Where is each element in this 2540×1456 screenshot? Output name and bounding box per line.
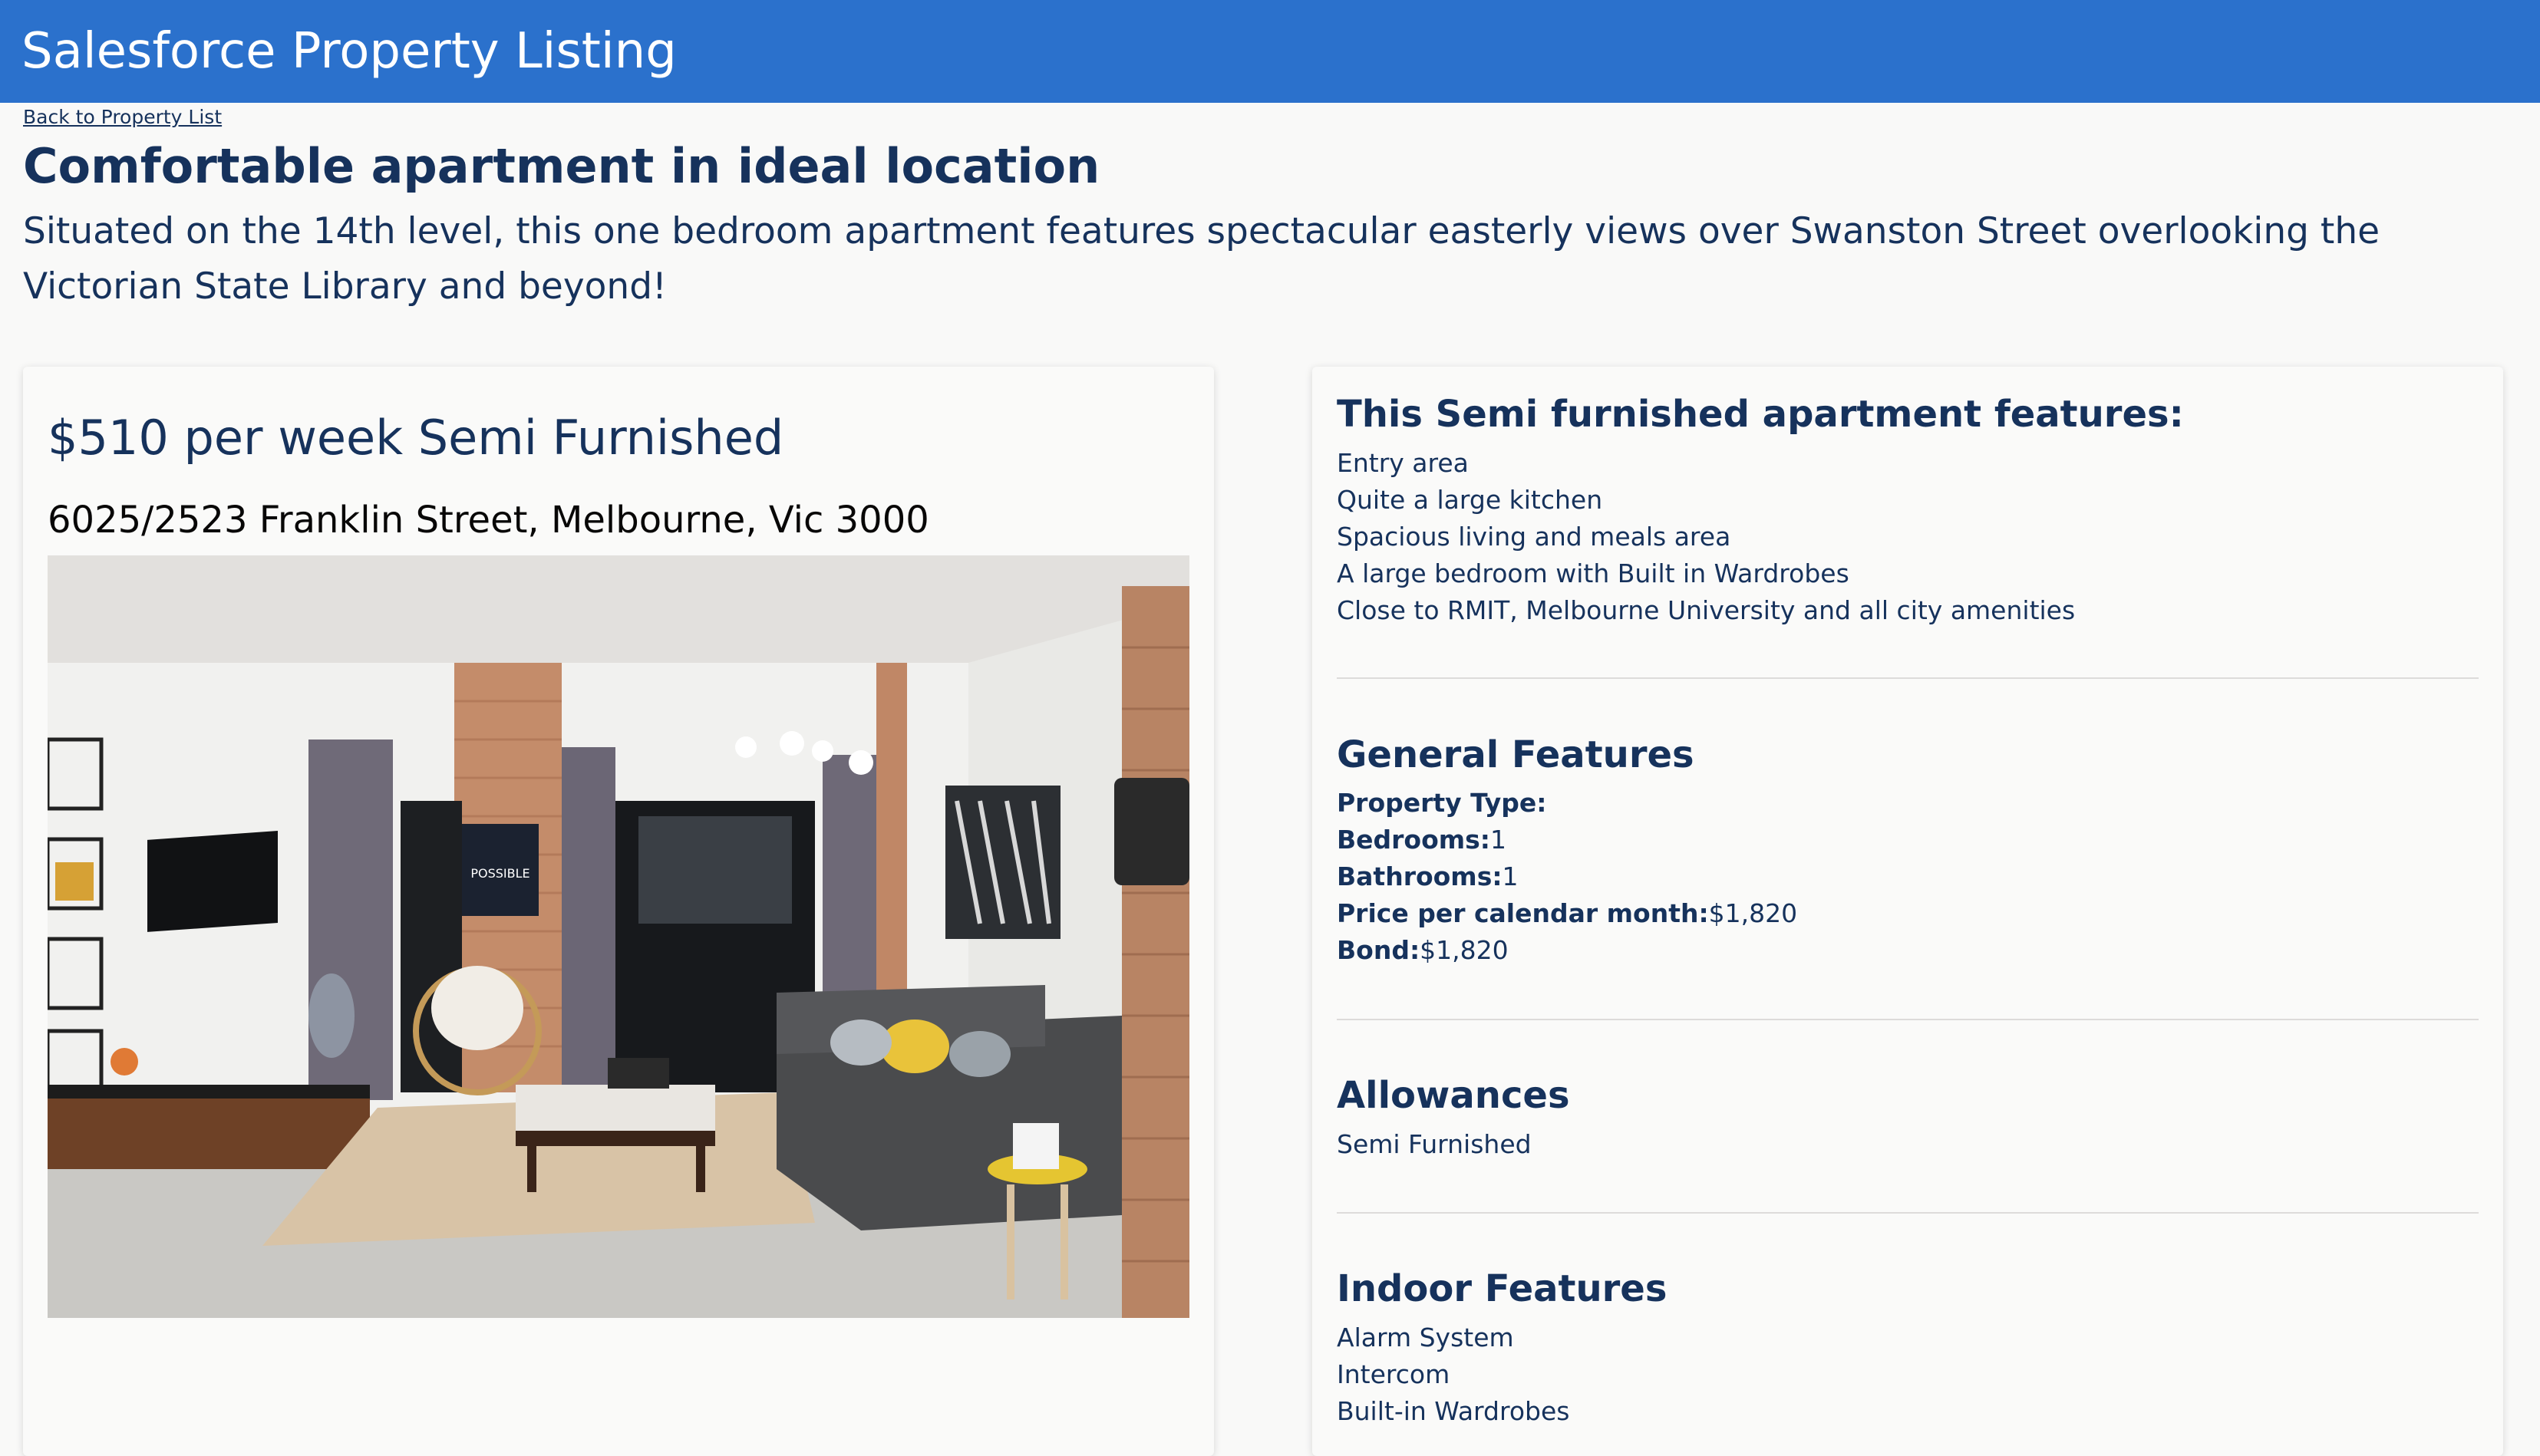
property-photo: POSSIBLE	[48, 555, 1189, 1318]
artwork-caption: POSSIBLE	[470, 866, 529, 881]
list-item: Price per calendar month:$1,820	[1337, 895, 1797, 932]
indoor-features-list: Alarm System Intercom Built-in Wardrobes	[1337, 1319, 1569, 1430]
list-item: Entry area	[1337, 448, 1469, 478]
bond-value: $1,820	[1420, 935, 1509, 965]
bond-label: Bond:	[1337, 935, 1420, 965]
general-features-heading: General Features	[1337, 733, 1694, 776]
property-address: 6025/2523 Franklin Street, Melbourne, Vi…	[48, 499, 929, 542]
property-details-card: This Semi furnished apartment features: …	[1312, 367, 2503, 1456]
price-per-month-value: $1,820	[1708, 898, 1798, 928]
list-item: Close to RMIT, Melbourne University and …	[1337, 595, 2076, 625]
list-item: Bathrooms:1	[1337, 858, 1797, 895]
listing-title: Comfortable apartment in ideal location	[23, 138, 1100, 194]
property-type-label: Property Type:	[1337, 788, 1547, 818]
section-divider	[1337, 677, 2479, 679]
list-item: Quite a large kitchen	[1337, 485, 1603, 515]
list-item: Built-in Wardrobes	[1337, 1396, 1570, 1426]
app-title: Salesforce Property Listing	[21, 23, 677, 80]
price-line: $510 per week Semi Furnished	[48, 410, 784, 466]
general-features-list: Property Type: Bedrooms:1 Bathrooms:1 Pr…	[1337, 785, 1797, 969]
list-item: Alarm System	[1337, 1323, 1514, 1352]
bathrooms-label: Bathrooms:	[1337, 861, 1503, 891]
list-item: Property Type:	[1337, 785, 1797, 822]
listing-description: Situated on the 14th level, this one bed…	[23, 210, 2380, 308]
bedrooms-value: 1	[1490, 825, 1506, 855]
list-item: Intercom	[1337, 1359, 1450, 1389]
list-item: A large bedroom with Built in Wardrobes	[1337, 558, 1849, 588]
features-heading: This Semi furnished apartment features:	[1337, 393, 2184, 436]
list-item: Bedrooms:1	[1337, 822, 1797, 858]
back-to-property-list-link[interactable]: Back to Property List	[23, 106, 222, 128]
section-divider	[1337, 1212, 2479, 1214]
property-summary-card: $510 per week Semi Furnished 6025/2523 F…	[23, 367, 1214, 1456]
section-divider	[1337, 1019, 2479, 1020]
bathrooms-value: 1	[1502, 861, 1519, 891]
list-item: Semi Furnished	[1337, 1129, 1532, 1159]
allowances-heading: Allowances	[1337, 1074, 1570, 1117]
app-header: Salesforce Property Listing	[0, 0, 2540, 103]
list-item: Bond:$1,820	[1337, 932, 1797, 969]
allowances-list: Semi Furnished	[1337, 1126, 1532, 1163]
features-list: Entry area Quite a large kitchen Spaciou…	[1337, 445, 2075, 629]
list-item: Spacious living and meals area	[1337, 522, 1731, 552]
bedrooms-label: Bedrooms:	[1337, 825, 1490, 855]
indoor-features-heading: Indoor Features	[1337, 1267, 1667, 1310]
price-per-month-label: Price per calendar month:	[1337, 898, 1709, 928]
